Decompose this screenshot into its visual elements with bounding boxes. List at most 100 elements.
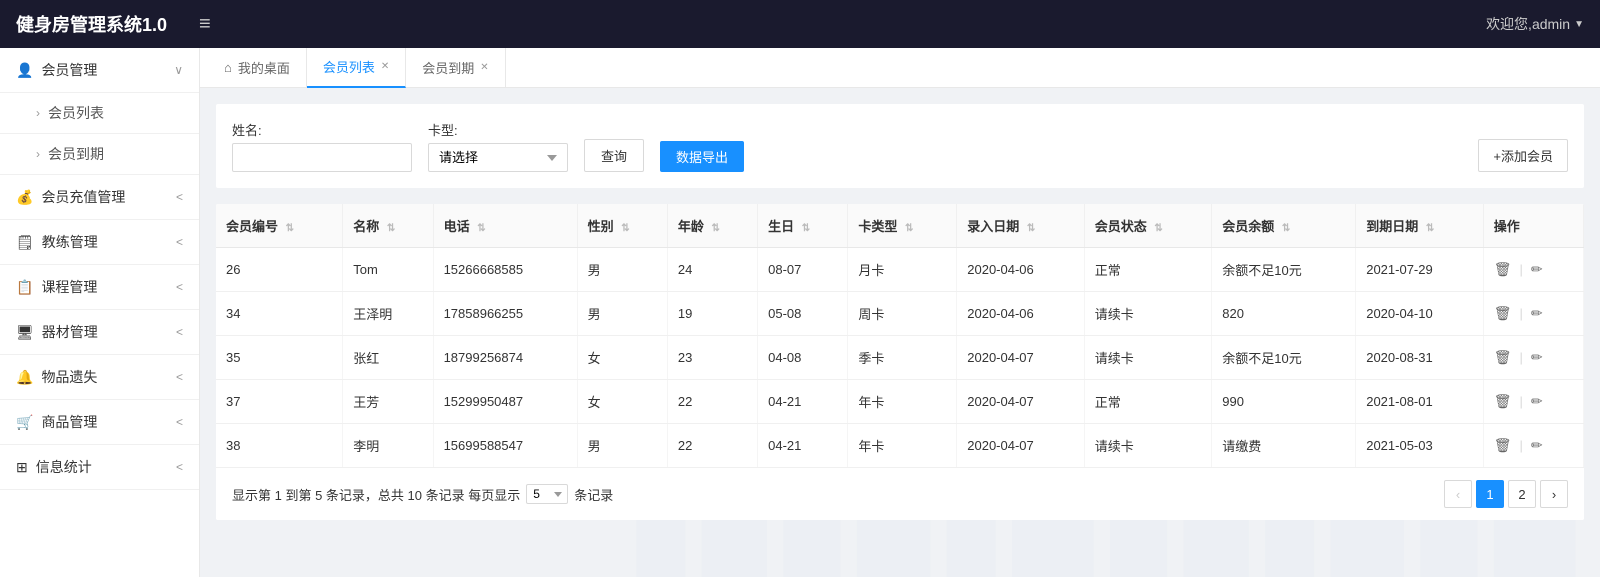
cell-member-id: 34 [216,292,343,336]
cell-status: 请续卡 [1084,292,1212,336]
sidebar-label-stats: 信息统计 [36,457,92,477]
edit-button[interactable]: ✏ [1531,393,1543,410]
sidebar-item-member-list[interactable]: › 会员列表 [0,93,199,134]
cell-member-id: 37 [216,380,343,424]
add-member-button[interactable]: +添加会员 [1478,139,1568,172]
cell-actions: 🗑 | ✏ [1483,248,1583,292]
cell-expiry-date: 2021-05-03 [1356,424,1484,468]
cell-card-type: 月卡 [848,248,957,292]
cell-name: 王芳 [343,380,433,424]
cell-balance: 请缴费 [1212,424,1356,468]
name-filter-input[interactable] [232,143,412,172]
cell-status: 请续卡 [1084,424,1212,468]
page-1-button[interactable]: 1 [1476,480,1504,508]
main-content: ⌂ 我的桌面 会员列表 ✕ 会员到期 ✕ 姓名: 卡型: [200,48,1600,577]
sidebar-item-info-stats[interactable]: ⊞ 信息统计 < [0,445,199,490]
edit-button[interactable]: ✏ [1531,261,1543,278]
sort-icon-name[interactable]: ⇅ [387,223,395,234]
sidebar-arrow-goods: < [176,415,183,429]
action-separator: | [1520,394,1523,409]
sidebar-item-goods-management[interactable]: 🛒 商品管理 < [0,400,199,445]
per-page-suffix: 条记录 [574,485,613,504]
cell-actions: 🗑 | ✏ [1483,380,1583,424]
delete-button[interactable]: 🗑 [1494,349,1512,366]
cell-gender: 男 [577,292,667,336]
app-header: 健身房管理系统1.0 ≡ 欢迎您,admin ▼ [0,0,1600,48]
col-phone: 电话 ⇅ [433,204,577,248]
cell-phone: 18799256874 [433,336,577,380]
cell-entry-date: 2020-04-07 [957,380,1085,424]
tab-member-list[interactable]: 会员列表 ✕ [307,48,406,88]
sort-icon-status[interactable]: ⇅ [1154,223,1162,234]
sidebar-arrow-recharge: < [176,190,183,204]
table-row: 26 Tom 15266668585 男 24 08-07 月卡 2020-04… [216,248,1584,292]
delete-button[interactable]: 🗑 [1494,437,1512,454]
table-row: 35 张红 18799256874 女 23 04-08 季卡 2020-04-… [216,336,1584,380]
tab-member-expiry-close[interactable]: ✕ [480,62,488,73]
tab-member-expiry[interactable]: 会员到期 ✕ [406,48,505,88]
action-separator: | [1520,438,1523,453]
tab-dashboard[interactable]: ⌂ 我的桌面 [208,48,307,88]
sidebar-item-lost-found[interactable]: 🔔 物品遗失 < [0,355,199,400]
sort-icon-member-id[interactable]: ⇅ [286,223,294,234]
sidebar-item-member-expiry[interactable]: › 会员到期 [0,134,199,175]
recharge-icon: 💰 [16,189,33,206]
prev-page-button[interactable]: ‹ [1444,480,1472,508]
goods-icon: 🛒 [16,414,33,431]
table-row: 34 王泽明 17858966255 男 19 05-08 周卡 2020-04… [216,292,1584,336]
cell-balance: 余额不足10元 [1212,336,1356,380]
sidebar-item-trainer-management[interactable]: 🗒 教练管理 < [0,220,199,265]
sort-icon-gender[interactable]: ⇅ [621,223,629,234]
sidebar-item-member-management[interactable]: 👤 会员管理 ∨ [0,48,199,93]
tab-member-expiry-label: 会员到期 [422,58,474,77]
edit-button[interactable]: ✏ [1531,349,1543,366]
cell-expiry-date: 2020-04-10 [1356,292,1484,336]
trainer-icon: 🗒 [16,234,34,251]
per-page-select[interactable]: 5 10 20 [526,484,568,504]
edit-button[interactable]: ✏ [1531,305,1543,322]
delete-button[interactable]: 🗑 [1494,393,1512,410]
sidebar-item-equipment-management[interactable]: 🖥 器材管理 < [0,310,199,355]
card-type-filter-select[interactable]: 请选择 月卡 周卡 季卡 年卡 [428,143,568,172]
delete-button[interactable]: 🗑 [1494,261,1512,278]
edit-button[interactable]: ✏ [1531,437,1543,454]
sidebar-arrow-lost: < [176,370,183,384]
sidebar-label-equipment: 器材管理 [42,322,98,342]
col-actions: 操作 [1483,204,1583,248]
user-dropdown-icon[interactable]: ▼ [1574,19,1584,30]
cell-entry-date: 2020-04-06 [957,248,1085,292]
cell-status: 请续卡 [1084,336,1212,380]
filter-section: 姓名: 卡型: 请选择 月卡 周卡 季卡 年卡 查询 数据导出 +添加会员 [216,104,1584,188]
sidebar-label-goods: 商品管理 [41,412,97,432]
cell-entry-date: 2020-04-07 [957,424,1085,468]
cell-birthday: 04-21 [758,424,848,468]
sidebar-item-member-recharge[interactable]: 💰 会员充值管理 < [0,175,199,220]
delete-button[interactable]: 🗑 [1494,305,1512,322]
sort-icon-balance[interactable]: ⇅ [1282,223,1290,234]
menu-toggle-icon[interactable]: ≡ [199,13,211,36]
sidebar-label-member-recharge: 会员充值管理 [41,187,125,207]
cell-gender: 男 [577,424,667,468]
export-button[interactable]: 数据导出 [660,141,744,172]
lost-icon: 🔔 [16,369,33,386]
course-icon: 📋 [16,279,33,296]
sort-icon-entry-date[interactable]: ⇅ [1027,223,1035,234]
header-left: 健身房管理系统1.0 ≡ [16,11,211,37]
cell-phone: 15266668585 [433,248,577,292]
sort-icon-age[interactable]: ⇅ [711,223,719,234]
sidebar-item-course-management[interactable]: 📋 课程管理 < [0,265,199,310]
page-2-button[interactable]: 2 [1508,480,1536,508]
query-button[interactable]: 查询 [584,139,644,172]
cell-name: Tom [343,248,433,292]
card-type-filter-field: 卡型: 请选择 月卡 周卡 季卡 年卡 [428,120,568,172]
sort-icon-phone[interactable]: ⇅ [477,223,485,234]
action-separator: | [1520,306,1523,321]
sort-icon-card-type[interactable]: ⇅ [905,223,913,234]
sort-icon-expiry-date[interactable]: ⇅ [1426,223,1434,234]
sidebar-label-member-management: 会员管理 [41,60,97,80]
tabs-bar: ⌂ 我的桌面 会员列表 ✕ 会员到期 ✕ [200,48,1600,88]
cell-entry-date: 2020-04-07 [957,336,1085,380]
sort-icon-birthday[interactable]: ⇅ [802,223,810,234]
tab-member-list-close[interactable]: ✕ [381,61,389,72]
next-page-button[interactable]: › [1540,480,1568,508]
